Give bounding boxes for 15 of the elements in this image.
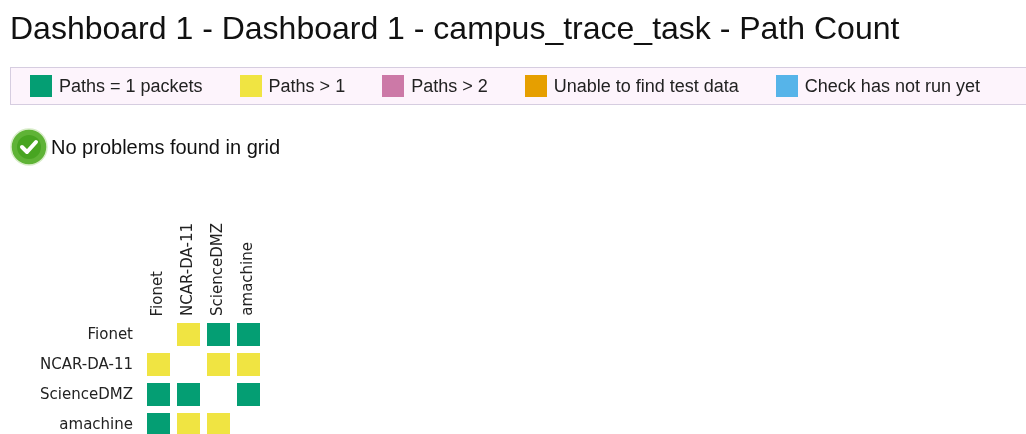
column-header: ScienceDMZ xyxy=(209,223,226,316)
row-header: amachine xyxy=(59,414,133,434)
page-title: Dashboard 1 - Dashboard 1 - campus_trace_task - Path Count xyxy=(10,10,900,46)
row-header: Fionet xyxy=(87,324,133,346)
row-header: NCAR-DA-11 xyxy=(40,354,133,376)
column-header: Fionet xyxy=(149,270,166,316)
column-header: NCAR-DA-11 xyxy=(179,223,196,316)
legend-label: Paths = 1 packets xyxy=(59,74,203,98)
column-header: amachine xyxy=(239,242,256,316)
legend-label: Unable to find test data xyxy=(553,74,739,98)
legend-label: Paths > 1 xyxy=(268,74,346,98)
legend-label: Paths > 2 xyxy=(411,74,488,98)
row-header: ScienceDMZ xyxy=(40,384,133,406)
legend-label: Check has not run yet xyxy=(804,74,980,98)
status-message: No problems found in grid xyxy=(51,135,280,160)
